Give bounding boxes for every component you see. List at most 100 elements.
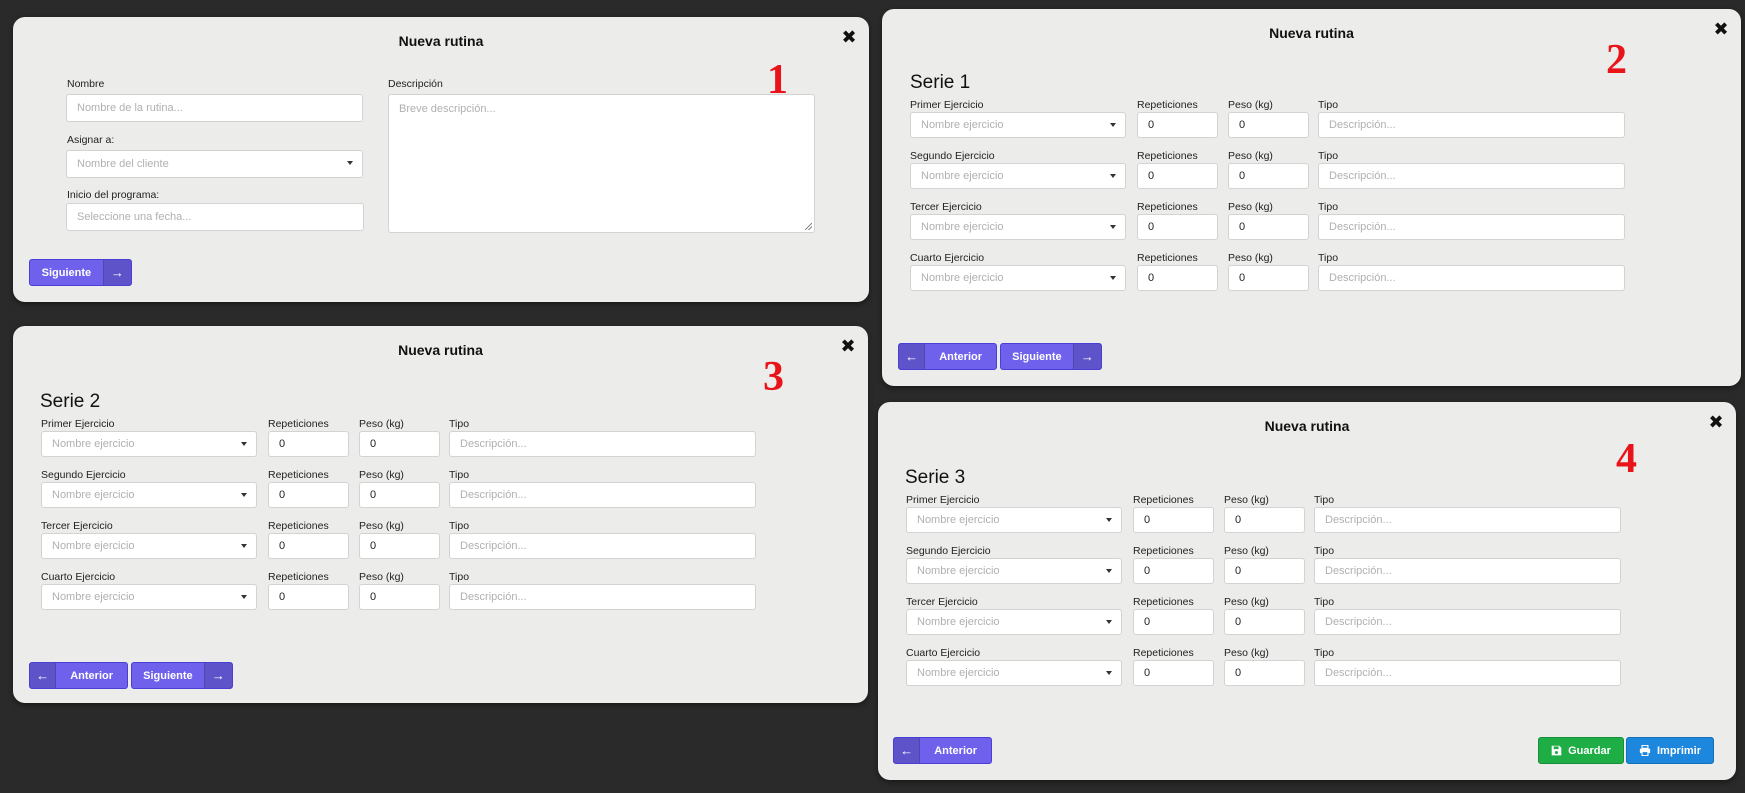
repeticiones-input[interactable]: 0 (1137, 265, 1218, 291)
caret-down-icon (241, 493, 247, 497)
modal-step-1: Nueva rutina ✖ 1 Nombre Nombre de la rut… (13, 17, 869, 302)
tipo-input[interactable]: Descripción... (1314, 609, 1621, 635)
previous-button[interactable]: ← Anterior (893, 737, 992, 764)
peso-input[interactable]: 0 (359, 482, 440, 508)
ejercicio-select[interactable]: Nombre ejercicio (906, 660, 1122, 686)
tipo-input[interactable]: Descripción... (1318, 214, 1625, 240)
peso-label: Peso (kg) (1224, 494, 1269, 506)
ejercicio-select[interactable]: Nombre ejercicio (906, 609, 1122, 635)
print-button[interactable]: Imprimir (1626, 737, 1714, 764)
tipo-input[interactable]: Descripción... (1314, 558, 1621, 584)
fecha-input[interactable]: Seleccione una fecha... (66, 203, 364, 231)
repeticiones-label: Repeticiones (1133, 596, 1194, 608)
repeticiones-input[interactable]: 0 (1133, 609, 1214, 635)
next-button[interactable]: Siguiente → (1000, 343, 1102, 370)
peso-label: Peso (kg) (1228, 252, 1273, 264)
tipo-label: Tipo (1314, 494, 1335, 506)
save-button[interactable]: Guardar (1538, 737, 1624, 764)
tipo-input[interactable]: Descripción... (1318, 163, 1625, 189)
modal-title: Nueva rutina (398, 33, 484, 49)
tipo-input[interactable]: Descripción... (1314, 507, 1621, 533)
step-number: 3 (763, 354, 784, 400)
modal-title: Nueva rutina (1264, 418, 1350, 434)
ejercicio-select[interactable]: Nombre ejercicio (910, 214, 1126, 240)
ejercicio-select[interactable]: Nombre ejercicio (910, 112, 1126, 138)
peso-label: Peso (kg) (1224, 545, 1269, 557)
ejercicio-select-value: Nombre ejercicio (52, 438, 135, 450)
ejercicio-select[interactable]: Nombre ejercicio (41, 533, 257, 559)
repeticiones-input[interactable]: 0 (268, 482, 349, 508)
tipo-input[interactable]: Descripción... (1318, 112, 1625, 138)
previous-button[interactable]: ← Anterior (898, 343, 997, 370)
arrow-left-icon: ← (899, 344, 926, 369)
exercise-label: Primer Ejercicio (910, 99, 984, 111)
peso-label: Peso (kg) (1228, 201, 1273, 213)
ejercicio-select[interactable]: Nombre ejercicio (41, 482, 257, 508)
peso-input[interactable]: 0 (1228, 265, 1309, 291)
close-icon[interactable]: ✖ (1706, 412, 1726, 432)
tipo-input[interactable]: Descripción... (1318, 265, 1625, 291)
tipo-label: Tipo (449, 520, 470, 532)
close-icon[interactable]: ✖ (838, 336, 858, 356)
tipo-label: Tipo (1314, 596, 1335, 608)
ejercicio-select[interactable]: Nombre ejercicio (906, 507, 1122, 533)
repeticiones-label: Repeticiones (1133, 647, 1194, 659)
close-icon[interactable]: ✖ (839, 27, 859, 47)
ejercicio-select-value: Nombre ejercicio (921, 221, 1004, 233)
peso-input[interactable]: 0 (1228, 214, 1309, 240)
caret-down-icon (241, 595, 247, 599)
repeticiones-input[interactable]: 0 (1133, 660, 1214, 686)
close-icon[interactable]: ✖ (1711, 19, 1731, 39)
previous-button[interactable]: ← Anterior (29, 662, 128, 689)
ejercicio-select-value: Nombre ejercicio (921, 272, 1004, 284)
tipo-input[interactable]: Descripción... (449, 533, 756, 559)
exercise-label: Tercer Ejercicio (910, 201, 982, 213)
cliente-select[interactable]: Nombre del cliente (66, 150, 363, 178)
caret-down-icon (1106, 518, 1112, 522)
caret-down-icon (1106, 620, 1112, 624)
tipo-input[interactable]: Descripción... (449, 431, 756, 457)
ejercicio-select[interactable]: Nombre ejercicio (41, 584, 257, 610)
ejercicio-select[interactable]: Nombre ejercicio (910, 265, 1126, 291)
repeticiones-input[interactable]: 0 (1133, 507, 1214, 533)
next-button[interactable]: Siguiente → (29, 259, 132, 286)
peso-input[interactable]: 0 (1224, 660, 1305, 686)
ejercicio-select-value: Nombre ejercicio (52, 591, 135, 603)
peso-input[interactable]: 0 (1224, 609, 1305, 635)
exercise-label: Tercer Ejercicio (41, 520, 113, 532)
tipo-input[interactable]: Descripción... (449, 482, 756, 508)
arrow-left-icon: ← (894, 738, 921, 763)
arrow-right-icon: → (102, 260, 131, 285)
repeticiones-input[interactable]: 0 (1133, 558, 1214, 584)
peso-input[interactable]: 0 (359, 584, 440, 610)
descripcion-textarea[interactable]: Breve descripción... (388, 94, 815, 233)
next-button[interactable]: Siguiente → (131, 662, 233, 689)
ejercicio-select-value: Nombre ejercicio (917, 616, 1000, 628)
peso-input[interactable]: 0 (1224, 558, 1305, 584)
peso-input[interactable]: 0 (1228, 163, 1309, 189)
repeticiones-input[interactable]: 0 (1137, 214, 1218, 240)
ejercicio-select[interactable]: Nombre ejercicio (41, 431, 257, 457)
tipo-input[interactable]: Descripción... (1314, 660, 1621, 686)
ejercicio-select[interactable]: Nombre ejercicio (910, 163, 1126, 189)
peso-input[interactable]: 0 (359, 533, 440, 559)
tipo-input[interactable]: Descripción... (449, 584, 756, 610)
repeticiones-input[interactable]: 0 (268, 533, 349, 559)
peso-input[interactable]: 0 (1224, 507, 1305, 533)
resize-handle[interactable] (805, 223, 812, 230)
repeticiones-input[interactable]: 0 (1137, 112, 1218, 138)
arrow-right-icon: → (203, 663, 232, 688)
next-button-label: Siguiente (41, 266, 92, 279)
caret-down-icon (241, 544, 247, 548)
peso-input[interactable]: 0 (359, 431, 440, 457)
save-icon (1551, 745, 1562, 756)
peso-label: Peso (kg) (359, 469, 404, 481)
nombre-input[interactable]: Nombre de la rutina... (66, 94, 363, 122)
exercise-label: Cuarto Ejercicio (41, 571, 116, 583)
repeticiones-input[interactable]: 0 (268, 431, 349, 457)
peso-input[interactable]: 0 (1228, 112, 1309, 138)
descripcion-label: Descripción (388, 78, 443, 90)
repeticiones-input[interactable]: 0 (1137, 163, 1218, 189)
repeticiones-input[interactable]: 0 (268, 584, 349, 610)
ejercicio-select[interactable]: Nombre ejercicio (906, 558, 1122, 584)
